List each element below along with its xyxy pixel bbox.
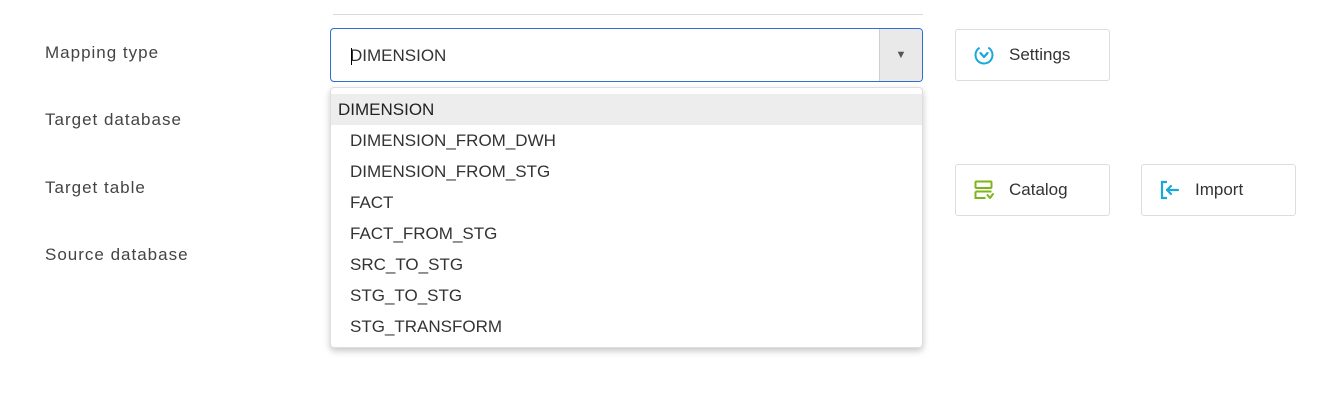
catalog-button[interactable]: Catalog (955, 164, 1110, 216)
mapping-type-input[interactable]: DIMENSION (350, 29, 446, 83)
dropdown-toggle-button[interactable]: ▼ (879, 29, 922, 81)
import-button[interactable]: Import (1141, 164, 1296, 216)
section-divider (333, 14, 923, 15)
dropdown-option[interactable]: DIMENSION_FROM_STG (331, 156, 922, 187)
dropdown-option[interactable]: FACT (331, 187, 922, 218)
mapping-type-dropdown-list: DIMENSION DIMENSION_FROM_DWH DIMENSION_F… (330, 87, 923, 348)
mapping-type-label: Mapping type (45, 43, 160, 62)
refresh-circle-icon (974, 45, 994, 65)
source-database-label: Source database (45, 245, 189, 264)
chevron-down-icon: ▼ (895, 49, 907, 61)
dropdown-option[interactable]: SRC_TO_STG (331, 249, 922, 280)
dropdown-option[interactable]: STG_TRANSFORM (331, 311, 922, 342)
catalog-button-label: Catalog (1009, 180, 1068, 199)
dropdown-option[interactable]: DIMENSION_FROM_DWH (331, 125, 922, 156)
mapping-type-combobox[interactable]: DIMENSION ▼ (330, 28, 923, 82)
catalog-icon (974, 180, 994, 199)
import-icon (1160, 180, 1180, 200)
dropdown-option[interactable]: FACT_FROM_STG (331, 218, 922, 249)
text-cursor (351, 48, 352, 65)
settings-button[interactable]: Settings (955, 29, 1110, 81)
import-button-label: Import (1195, 180, 1244, 199)
target-database-label: Target database (45, 110, 182, 129)
settings-button-label: Settings (1009, 45, 1071, 64)
dropdown-option[interactable]: STG_TO_STG (331, 280, 922, 311)
target-table-label: Target table (45, 178, 146, 197)
dropdown-option[interactable]: DIMENSION (331, 94, 922, 125)
